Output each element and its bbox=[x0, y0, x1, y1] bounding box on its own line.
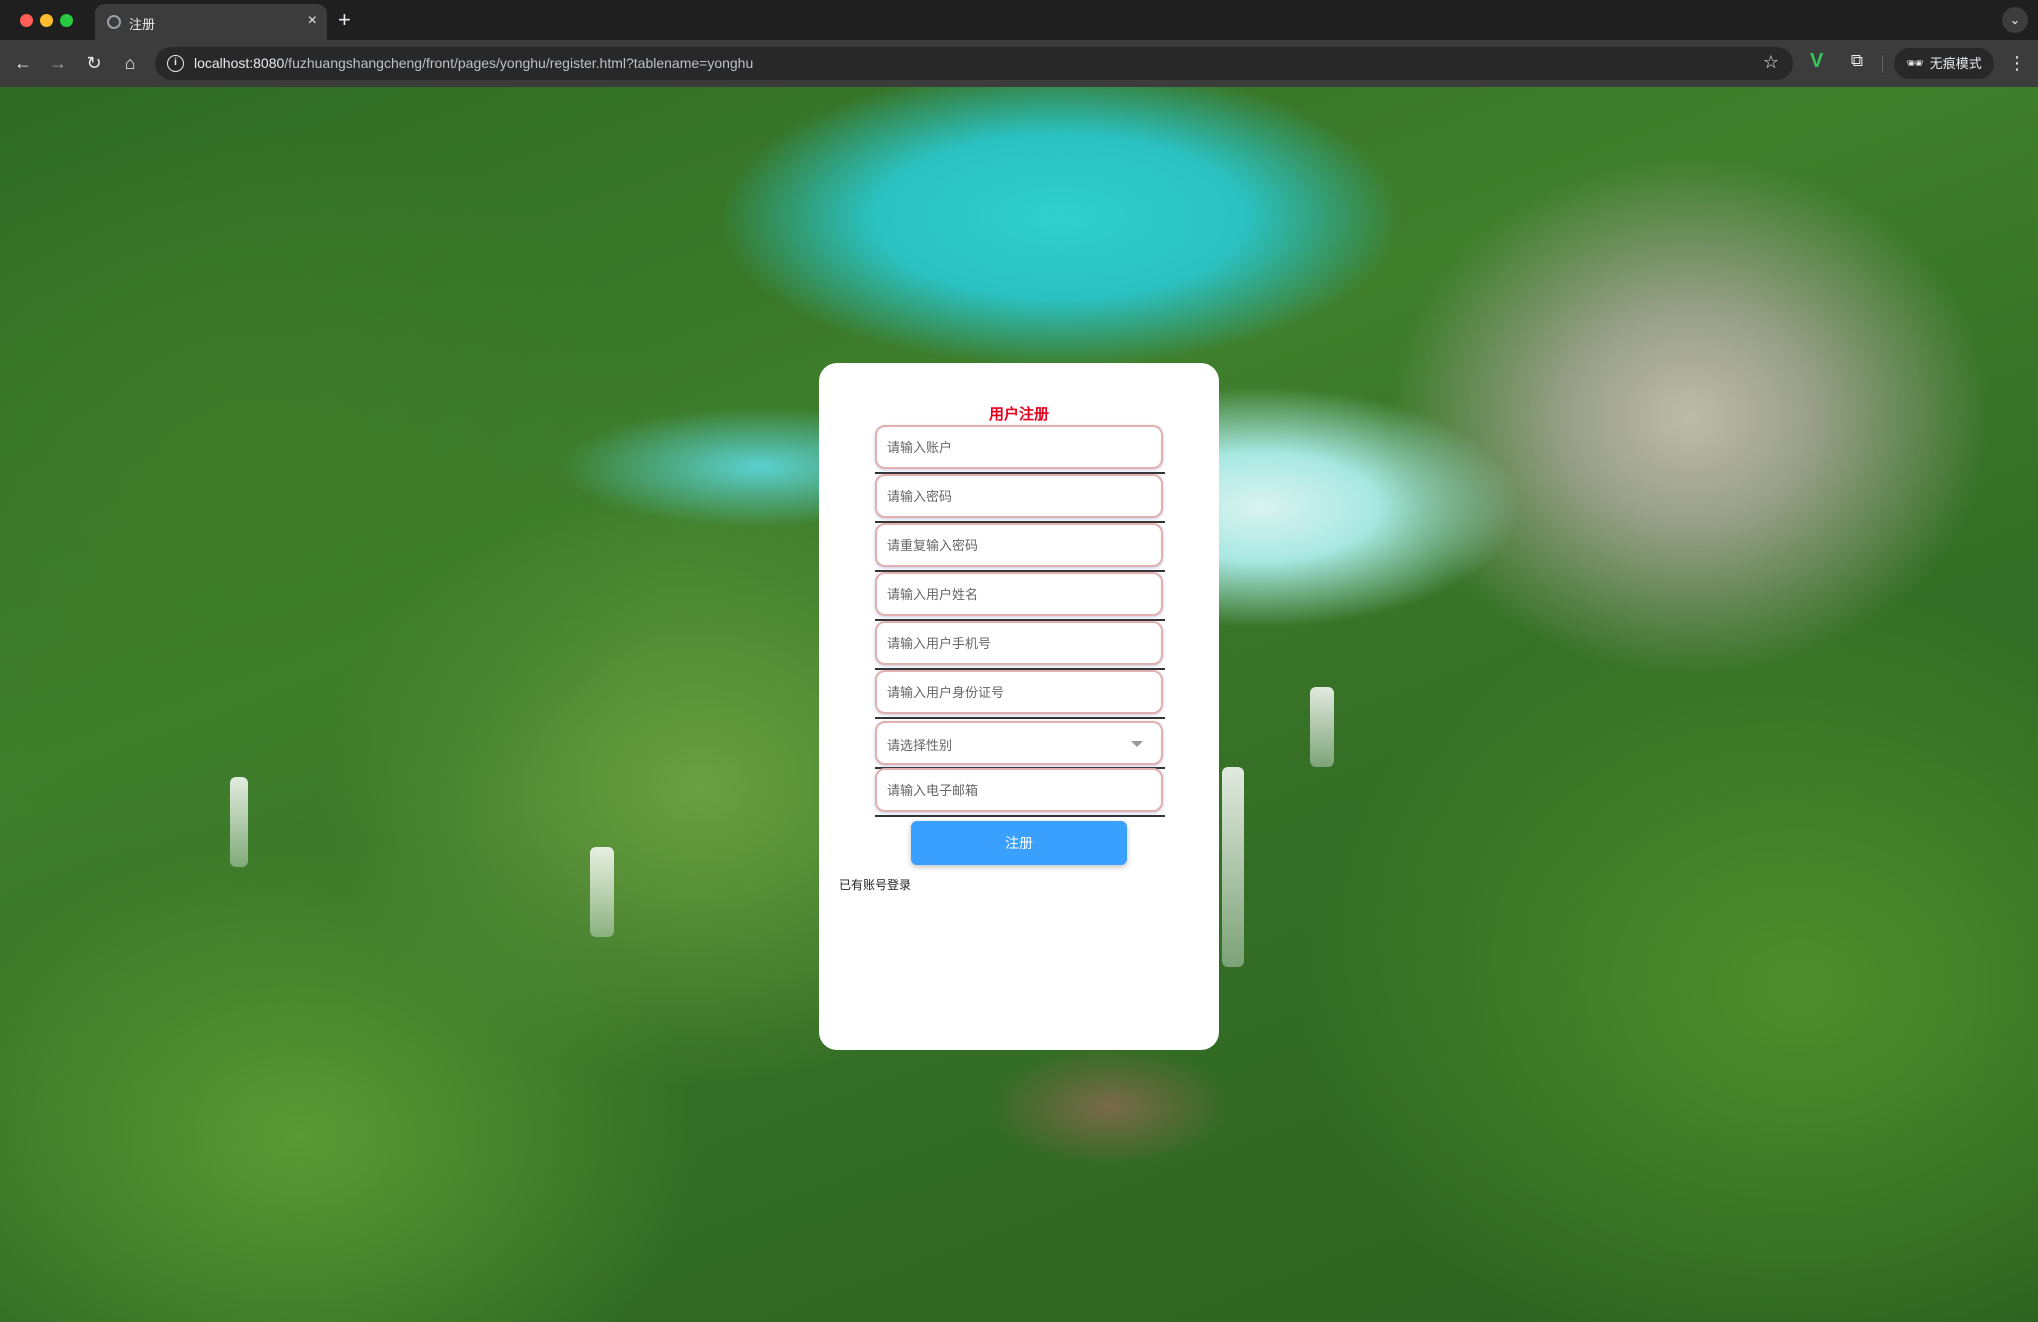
vue-devtools-extension-icon[interactable]: V bbox=[1810, 50, 1823, 73]
browser-menu-icon[interactable]: ⋮ bbox=[2008, 50, 2026, 76]
toolbar-divider bbox=[1882, 55, 1883, 73]
name-input[interactable] bbox=[887, 574, 1149, 614]
incognito-label: 无痕模式 bbox=[1929, 56, 1982, 71]
idcard-field[interactable] bbox=[875, 670, 1163, 714]
url-text[interactable]: localhost:8080/fuzhuangshangcheng/front/… bbox=[194, 55, 753, 71]
login-link[interactable]: 已有账号登录 bbox=[839, 876, 911, 893]
incognito-badge[interactable]: 🕶 无痕模式 bbox=[1894, 48, 1994, 79]
minimize-window-button[interactable] bbox=[40, 14, 53, 27]
name-field[interactable] bbox=[875, 572, 1163, 616]
chevron-down-icon bbox=[1131, 741, 1143, 747]
new-tab-button[interactable]: + bbox=[338, 6, 351, 34]
browser-tab[interactable]: 注册 × bbox=[95, 4, 327, 40]
phone-input[interactable] bbox=[887, 623, 1149, 663]
back-arrow-icon[interactable]: ← bbox=[10, 50, 36, 76]
page-background: 用户注册 请选择性别 bbox=[0, 87, 2038, 1322]
tab-bar: 注册 × + ⌄ bbox=[0, 0, 2038, 40]
globe-icon bbox=[107, 15, 121, 29]
browser-toolbar: ← → ↻ ⌂ i localhost:8080/fuzhuangshangch… bbox=[0, 40, 2038, 87]
repeat-password-input[interactable] bbox=[887, 525, 1149, 565]
site-info-icon[interactable]: i bbox=[167, 55, 184, 72]
gender-select[interactable]: 请选择性别 bbox=[875, 721, 1163, 765]
tab-close-icon[interactable]: × bbox=[308, 10, 317, 32]
waterfall-decoration bbox=[230, 777, 248, 867]
field-underline bbox=[875, 717, 1165, 719]
home-icon[interactable]: ⌂ bbox=[117, 50, 143, 76]
url-host: localhost:8080 bbox=[194, 55, 285, 71]
phone-field[interactable] bbox=[875, 621, 1163, 665]
address-bar[interactable]: i localhost:8080/fuzhuangshangcheng/fron… bbox=[155, 47, 1793, 80]
register-card: 用户注册 请选择性别 bbox=[819, 363, 1219, 1050]
field-underline bbox=[875, 815, 1165, 817]
password-input[interactable] bbox=[887, 476, 1149, 516]
waterfall-decoration bbox=[1310, 687, 1334, 767]
register-title: 用户注册 bbox=[988, 406, 1049, 423]
gender-select-placeholder: 请选择性别 bbox=[887, 738, 953, 753]
url-path: /fuzhuangshangcheng/front/pages/yonghu/r… bbox=[284, 55, 754, 71]
reload-icon[interactable]: ↻ bbox=[81, 50, 107, 76]
account-field[interactable] bbox=[875, 425, 1163, 469]
email-field[interactable] bbox=[875, 768, 1163, 812]
maximize-window-button[interactable] bbox=[60, 14, 73, 27]
bookmark-star-icon[interactable]: ☆ bbox=[1763, 52, 1779, 73]
tab-search-chevron-icon[interactable]: ⌄ bbox=[2002, 7, 2028, 33]
incognito-icon: 🕶 bbox=[1906, 55, 1924, 71]
email-input[interactable] bbox=[887, 770, 1149, 810]
waterfall-decoration bbox=[590, 847, 614, 937]
account-input[interactable] bbox=[887, 427, 1149, 467]
close-window-button[interactable] bbox=[20, 14, 33, 27]
repeat-password-field[interactable] bbox=[875, 523, 1163, 567]
register-button[interactable]: 注册 bbox=[911, 821, 1127, 865]
tab-title: 注册 bbox=[129, 17, 156, 32]
password-field[interactable] bbox=[875, 474, 1163, 518]
idcard-input[interactable] bbox=[887, 672, 1149, 712]
waterfall-decoration bbox=[1222, 767, 1244, 967]
forward-arrow-icon[interactable]: → bbox=[45, 50, 71, 76]
extensions-puzzle-icon[interactable]: ⧉ bbox=[1846, 50, 1868, 72]
